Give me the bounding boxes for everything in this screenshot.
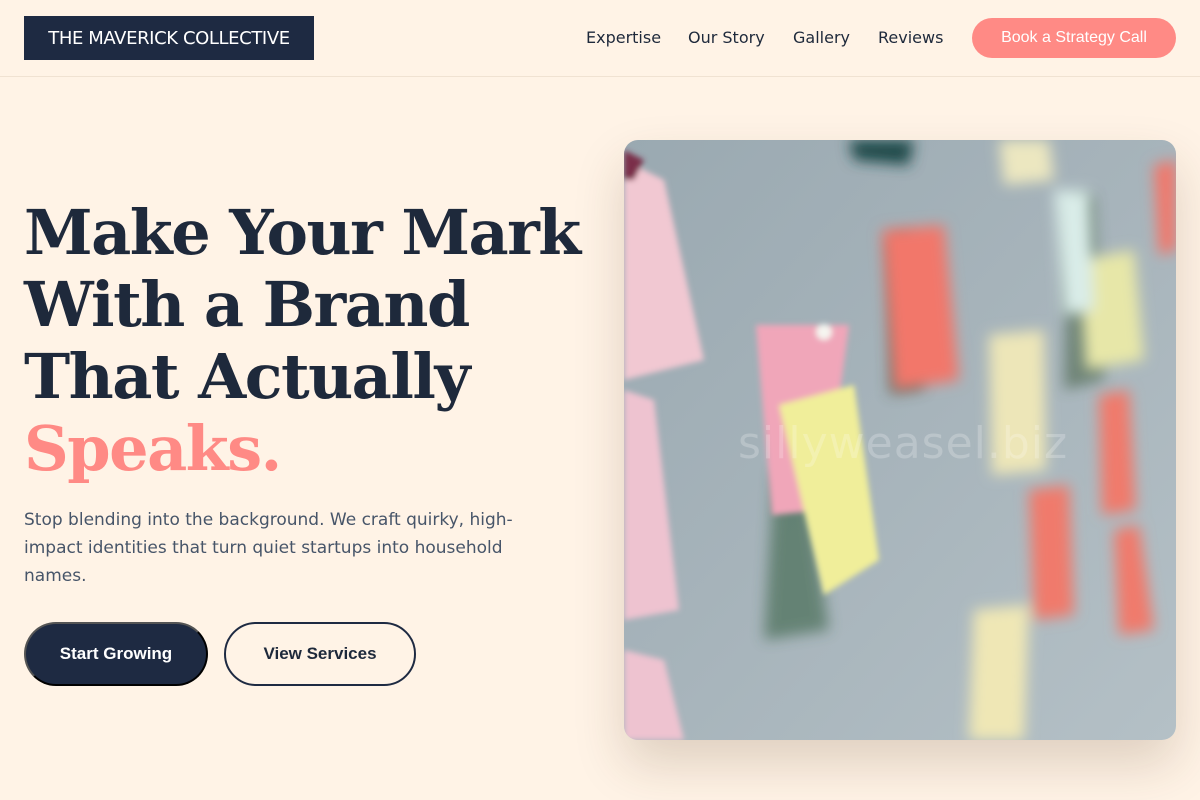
nav-link-our-story[interactable]: Our Story xyxy=(688,28,765,48)
book-strategy-call-button[interactable]: Book a Strategy Call xyxy=(972,18,1176,58)
headline-line-3: That Actually xyxy=(24,340,471,413)
nav-link-reviews[interactable]: Reviews xyxy=(878,28,943,48)
headline-accent: Speaks. xyxy=(24,412,282,485)
headline-line-2: With a Brand xyxy=(24,268,470,341)
nav-link-gallery[interactable]: Gallery xyxy=(793,28,850,48)
site-header: THE MAVERICK COLLECTIVE Expertise Our St… xyxy=(0,0,1200,77)
hero-subtitle: Stop blending into the background. We cr… xyxy=(24,510,513,586)
hero-image: sillyweasel.biz xyxy=(624,140,1176,740)
hero-headline: Make Your Mark With a Brand That Actuall… xyxy=(24,197,604,485)
start-growing-button[interactable]: Start Growing xyxy=(24,622,208,686)
headline-line-1: Make Your Mark xyxy=(24,196,581,269)
nav-link-expertise[interactable]: Expertise xyxy=(586,28,661,48)
image-watermark: sillyweasel.biz xyxy=(738,418,1069,469)
view-services-button[interactable]: View Services xyxy=(224,622,416,686)
